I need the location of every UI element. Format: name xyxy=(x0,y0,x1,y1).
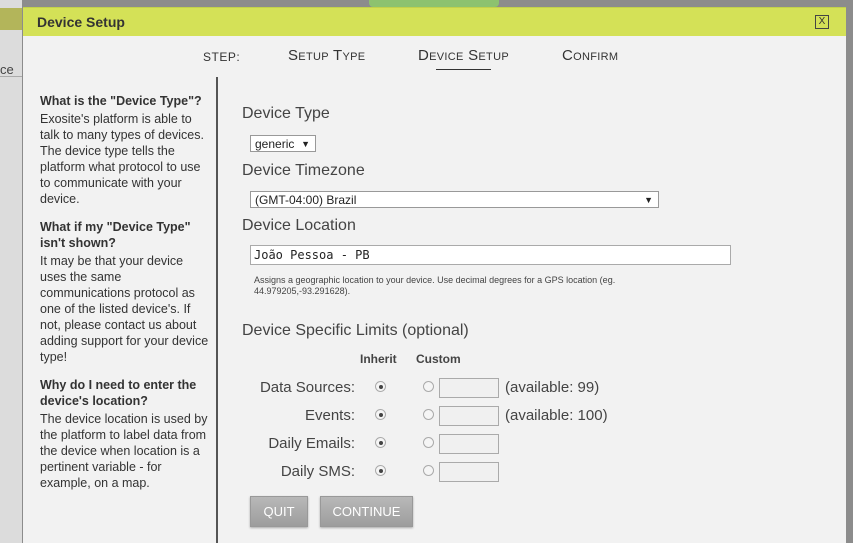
dialog-title: Device Setup xyxy=(37,14,125,30)
daily-sms-custom-radio[interactable] xyxy=(423,465,434,476)
quit-button[interactable]: QUIT xyxy=(250,496,308,527)
help-text-type-not-shown: It may be that your device uses the same… xyxy=(40,254,209,364)
close-icon[interactable]: X xyxy=(815,15,829,29)
location-help-text: Assigns a geographic location to your de… xyxy=(254,275,616,296)
device-type-value: generic xyxy=(255,137,295,151)
help-heading-device-type: What is the "Device Type"? xyxy=(40,94,202,108)
background-text: ce xyxy=(0,62,14,77)
events-custom-input[interactable] xyxy=(439,406,499,426)
events-available: (available: 100) xyxy=(505,407,608,424)
background-tab xyxy=(369,0,499,7)
device-type-label: Device Type xyxy=(242,105,330,122)
data-sources-custom-radio[interactable] xyxy=(423,381,434,392)
events-custom-radio[interactable] xyxy=(423,409,434,420)
help-heading-location: Why do I need to enter the device's loca… xyxy=(40,378,197,408)
background-divider xyxy=(0,76,22,77)
events-inherit-radio[interactable] xyxy=(375,409,386,420)
step-label: STEP: xyxy=(203,50,241,64)
data-sources-label: Data Sources: xyxy=(259,379,355,396)
step-confirm[interactable]: Confirm xyxy=(562,47,618,64)
data-sources-custom-input[interactable] xyxy=(439,378,499,398)
daily-emails-custom-radio[interactable] xyxy=(423,437,434,448)
step-indicator: STEP: Setup Type Device Setup Confirm xyxy=(23,47,846,71)
inherit-column-header: Inherit xyxy=(360,352,397,366)
step-device-setup[interactable]: Device Setup xyxy=(418,47,509,70)
data-sources-available: (available: 99) xyxy=(505,379,600,396)
daily-sms-inherit-radio[interactable] xyxy=(375,465,386,476)
background-header-fragment xyxy=(0,8,22,30)
step-setup-type[interactable]: Setup Type xyxy=(288,47,365,64)
background-page xyxy=(0,0,22,543)
daily-emails-custom-input[interactable] xyxy=(439,434,499,454)
help-text-device-type: Exosite's platform is able to talk to ma… xyxy=(40,112,204,206)
continue-button[interactable]: CONTINUE xyxy=(320,496,413,527)
device-type-select[interactable]: generic ▼ xyxy=(250,135,316,152)
chevron-down-icon: ▼ xyxy=(644,195,653,205)
device-setup-dialog: Device Setup X STEP: Setup Type Device S… xyxy=(23,7,846,543)
timezone-label: Device Timezone xyxy=(242,162,365,179)
timezone-value: (GMT-04:00) Brazil xyxy=(255,193,357,207)
sidebar-divider xyxy=(216,77,218,543)
limits-label: Device Specific Limits (optional) xyxy=(242,322,469,339)
help-sidebar: What is the "Device Type"? Exosite's pla… xyxy=(40,93,210,503)
chevron-down-icon: ▼ xyxy=(301,139,310,149)
location-label: Device Location xyxy=(242,217,356,234)
custom-column-header: Custom xyxy=(416,352,461,366)
dialog-titlebar: Device Setup X xyxy=(23,7,846,36)
daily-emails-inherit-radio[interactable] xyxy=(375,437,386,448)
timezone-select[interactable]: (GMT-04:00) Brazil ▼ xyxy=(250,191,659,208)
help-text-location: The device location is used by the platf… xyxy=(40,412,208,490)
data-sources-inherit-radio[interactable] xyxy=(375,381,386,392)
location-input[interactable]: João Pessoa - PB xyxy=(250,245,731,265)
daily-sms-label: Daily SMS: xyxy=(280,463,355,480)
help-heading-type-not-shown: What if my "Device Type" isn't shown? xyxy=(40,220,191,250)
daily-sms-custom-input[interactable] xyxy=(439,462,499,482)
daily-emails-label: Daily Emails: xyxy=(268,435,355,452)
events-label: Events: xyxy=(304,407,355,424)
